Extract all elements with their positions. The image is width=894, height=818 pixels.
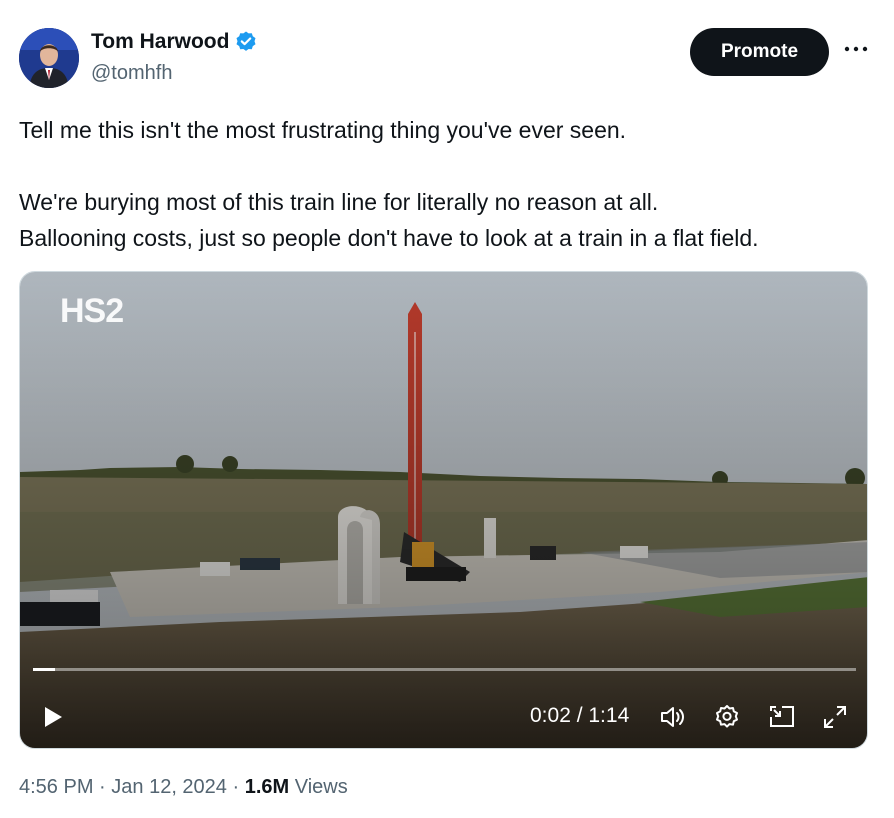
video-controls: 0:02 / 1:14	[20, 692, 867, 742]
tweet-line-3: Ballooning costs, just so people don't h…	[19, 225, 759, 251]
volume-icon[interactable]	[656, 700, 690, 734]
verified-badge-icon	[234, 30, 258, 54]
author-handle[interactable]: @tomhfh	[91, 62, 172, 85]
tweet-time[interactable]: 4:56 PM	[19, 776, 93, 798]
separator-dot: ·	[232, 776, 245, 798]
views-label: Views	[294, 776, 348, 798]
more-horizontal-icon[interactable]	[842, 34, 870, 64]
author-name[interactable]: Tom Harwood	[91, 30, 229, 54]
promote-button[interactable]: Promote	[690, 28, 829, 76]
play-icon[interactable]	[36, 700, 70, 734]
avatar-image	[19, 28, 79, 88]
tweet-line-1: Tell me this isn't the most frustrating …	[19, 117, 627, 143]
views-count: 1.6M	[244, 776, 290, 798]
fullscreen-icon[interactable]	[818, 700, 852, 734]
pip-icon[interactable]	[765, 700, 799, 734]
tweet-text: Tell me this isn't the most frustrating …	[19, 112, 879, 256]
video-time-display: 0:02 / 1:14	[530, 704, 630, 727]
video-player[interactable]: HS2 0:02 / 1:14	[19, 271, 868, 749]
avatar[interactable]	[19, 28, 79, 88]
video-progress-fill	[33, 668, 56, 671]
tweet-date[interactable]: Jan 12, 2024	[111, 776, 227, 798]
tweet-line-2: We're burying most of this train line fo…	[19, 189, 659, 215]
author-name-row[interactable]: Tom Harwood	[91, 30, 258, 54]
video-frame	[20, 272, 867, 748]
video-progress-bar[interactable]	[33, 668, 856, 671]
separator-dot: ·	[99, 776, 112, 798]
settings-icon[interactable]	[710, 700, 744, 734]
video-watermark: HS2	[60, 292, 124, 330]
tweet-meta: 4:56 PM · Jan 12, 2024 · 1.6M Views	[19, 776, 348, 799]
